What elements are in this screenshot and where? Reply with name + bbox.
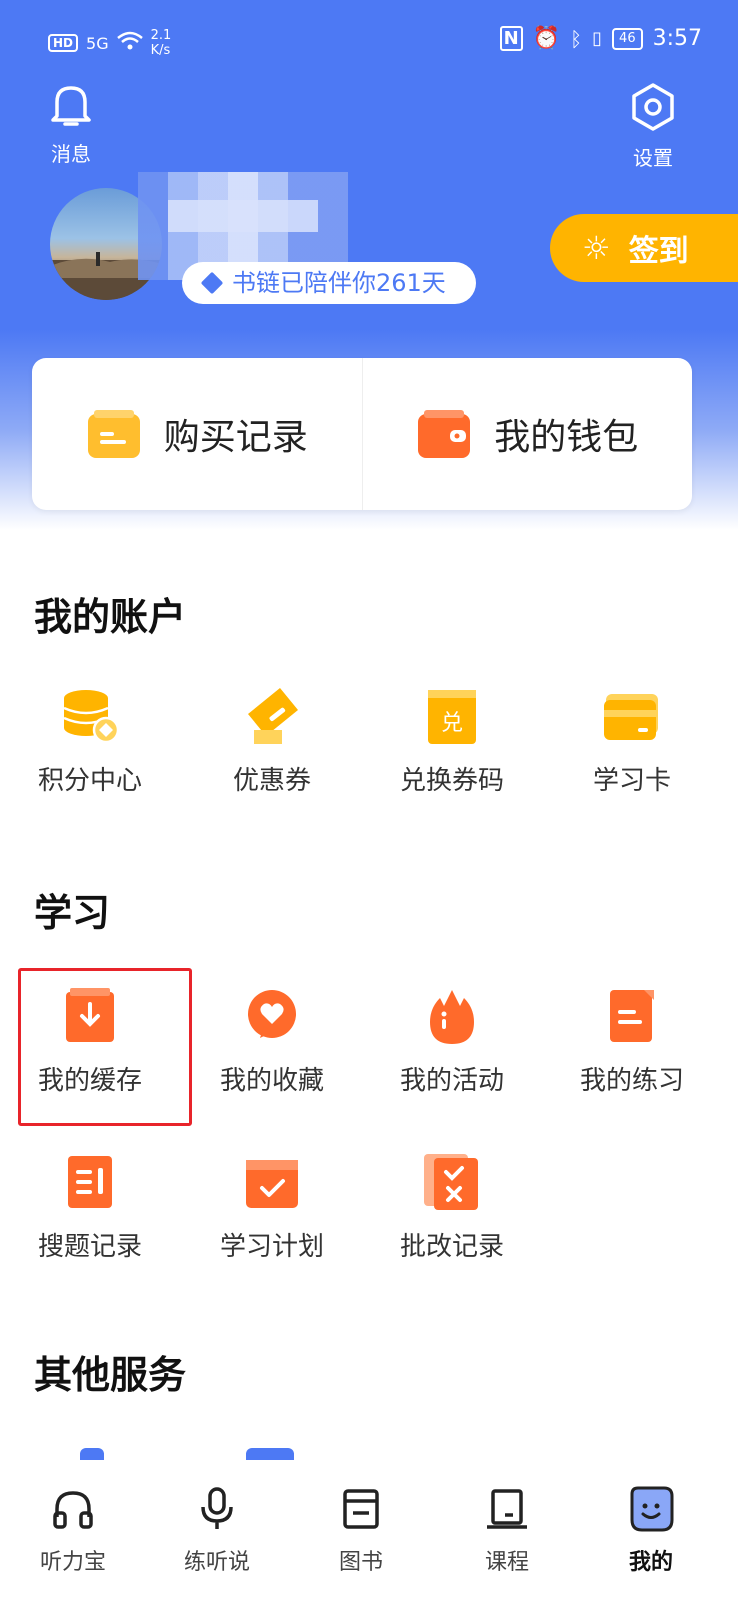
coupons-label: 优惠券 [232,766,311,796]
receipt-icon [86,408,142,460]
other-services-title: 其他服务 [34,1353,187,1397]
points-center-item[interactable]: 积分中心 [0,686,180,797]
coupons-item[interactable]: 优惠券 [182,686,362,797]
companion-days-text: 书链已陪伴你261天 [232,269,446,297]
hd-badge: HD [48,34,79,52]
battery-indicator: 46 [612,27,643,50]
companion-days-badge: 书链已陪伴你261天 [182,262,476,304]
redeem-code-label: 兑换券码 [399,766,504,796]
purchase-records-button[interactable]: 购买记录 [32,358,362,510]
nav-label: 练听说 [183,1550,250,1575]
check-cross-icon [422,1152,482,1212]
checkin-button[interactable]: ☼ 签到 [550,214,738,282]
nav-label: 图书 [338,1550,383,1575]
calendar-check-icon [242,1152,302,1212]
notebook-icon [602,986,662,1046]
study-section-title: 学习 [34,891,111,935]
nav-label: 听力宝 [39,1550,106,1575]
signal-indicator: 5G [86,33,109,53]
bell-icon [49,86,93,132]
headphones-icon [18,1480,128,1538]
my-favorites-label: 我的收藏 [219,1066,324,1096]
settings-button[interactable]: 设置 [618,82,688,171]
study-card-label: 学习卡 [592,766,671,796]
nav-label: 课程 [484,1550,529,1575]
grading-records-item[interactable]: 批改记录 [362,1152,542,1263]
flame-icon [422,986,482,1046]
nav-tab-courses[interactable]: 课程 [452,1480,562,1576]
monitor-icon [452,1480,562,1538]
redeem-code-item[interactable]: 兑 兑换券码 [362,686,542,797]
quick-actions-card: 购买记录 我的钱包 [32,358,692,510]
my-activities-label: 我的活动 [399,1066,504,1096]
points-center-label: 积分中心 [37,766,142,796]
study-card-item[interactable]: 学习卡 [542,686,722,797]
heart-bubble-icon [242,986,302,1046]
nav-tab-listening[interactable]: 听力宝 [18,1480,128,1576]
microphone-icon [162,1480,272,1538]
checkin-label: 签到 [628,234,689,269]
service-icon-peek [80,1448,104,1460]
nav-label: 我的 [628,1550,673,1575]
sun-icon: ☼ [582,229,611,267]
my-practice-item[interactable]: 我的练习 [542,986,722,1097]
svg-text:兑: 兑 [441,711,463,736]
search-history-item[interactable]: 搜题记录 [0,1152,180,1263]
vibrate-icon: ▯ [592,28,603,49]
study-plan-label: 学习计划 [219,1232,324,1262]
alarm-icon: ⏰ [532,26,561,51]
wallet-icon [416,408,472,460]
ticket-icon [242,686,302,746]
my-favorites-item[interactable]: 我的收藏 [182,986,362,1097]
nav-tab-books[interactable]: 图书 [306,1480,416,1576]
status-bar: HD 5G 2.1 K/s N ⏰ ᛒ ▯ 46 3:57 [0,0,738,86]
card-icon [602,686,662,746]
gear-icon [629,83,677,136]
messages-label: 消息 [51,142,91,166]
clock: 3:57 [652,26,702,51]
settings-label: 设置 [633,146,673,170]
grading-records-label: 批改记录 [399,1232,504,1262]
search-history-label: 搜题记录 [37,1232,142,1262]
redeem-voucher-icon: 兑 [422,686,482,746]
my-practice-label: 我的练习 [579,1066,684,1096]
smiley-icon [596,1480,706,1538]
wifi-icon [116,31,143,55]
network-speed: 2.1 K/s [150,28,172,58]
account-section-title: 我的账户 [34,595,187,639]
study-plan-item[interactable]: 学习计划 [182,1152,362,1263]
bottom-navigation: 听力宝 练听说 图书 课程 我的 [0,1470,738,1600]
coins-icon [60,686,120,746]
document-pen-icon [60,1152,120,1212]
highlight-box [18,968,192,1126]
bluetooth-icon: ᛒ [570,26,583,51]
my-wallet-label: 我的钱包 [494,417,639,458]
nfc-icon: N [499,26,523,51]
heart-icon [200,271,224,295]
username-redacted-overlay [168,200,318,232]
my-wallet-button[interactable]: 我的钱包 [363,358,693,510]
my-activities-item[interactable]: 我的活动 [362,986,542,1097]
book-icon [306,1480,416,1538]
nav-tab-me[interactable]: 我的 [596,1480,706,1576]
purchase-records-label: 购买记录 [163,417,308,458]
nav-tab-speaking[interactable]: 练听说 [162,1480,272,1576]
service-icon-peek [246,1448,294,1460]
messages-button[interactable]: 消息 [36,82,106,167]
